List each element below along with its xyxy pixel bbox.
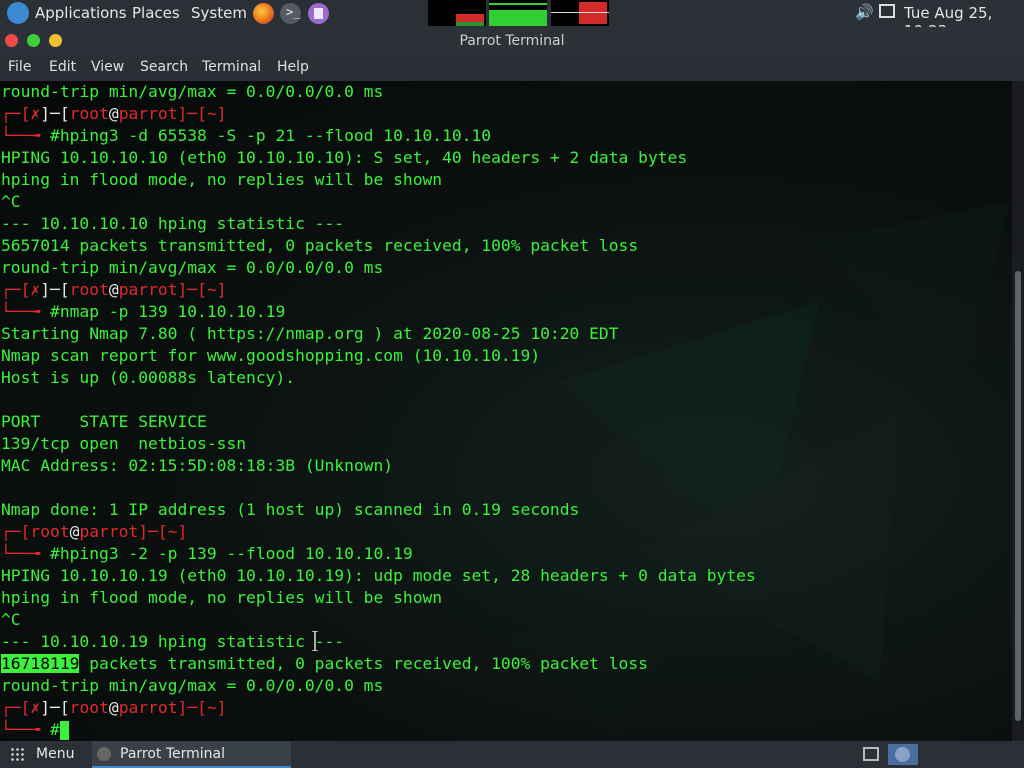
terminal-line: round-trip min/avg/max = 0.0/0.0/0.0 ms [1,676,384,695]
menu-bar: File Edit View Search Terminal Help [0,55,1024,81]
terminal-line: round-trip min/avg/max = 0.0/0.0/0.0 ms [1,82,384,101]
terminal-launcher-icon[interactable]: >_ [280,3,301,24]
terminal-line: Nmap done: 1 IP address (1 host up) scan… [1,500,580,519]
main-menu-button[interactable]: Menu [8,741,88,768]
cpu-monitor-graph [428,0,486,26]
parrot-logo-icon[interactable] [7,2,29,24]
terminal-line: --- 10.10.10.19 hping statistic --- [1,632,345,651]
display-icon[interactable] [879,4,895,18]
system-menu[interactable]: System [191,4,247,22]
terminal-line: HPING 10.10.10.10 (eth0 10.10.10.10): S … [1,148,688,167]
main-menu-label: Menu [36,746,75,762]
terminal-task-icon [97,747,111,761]
volume-icon[interactable]: 🔊 [855,3,874,21]
show-desktop-terminal-icon[interactable] [888,744,918,765]
menu-help[interactable]: Help [277,59,309,75]
bottom-panel: Menu Parrot Terminal [0,741,1024,768]
firefox-icon[interactable] [253,3,274,24]
terminal-line: hping in flood mode, no replies will be … [1,170,443,189]
mouse-ibeam-cursor-icon [312,631,318,651]
command-line[interactable]: └──╼ # [1,719,69,741]
taskbar-parrot-terminal[interactable]: Parrot Terminal [92,741,291,768]
terminal-line: ^C [1,192,21,211]
taskbar-item-label: Parrot Terminal [120,746,226,762]
terminal-line: Nmap scan report for www.goodshopping.co… [1,346,541,365]
workspace-switcher-icon[interactable] [860,744,884,765]
text-cursor [59,721,69,740]
selected-text[interactable]: 16718119 [1,654,80,673]
memory-monitor-graph [489,0,547,26]
menu-edit[interactable]: Edit [49,59,76,75]
command-line: └──╼ #hping3 -2 -p 139 --flood 10.10.10.… [1,544,413,563]
terminal-line: HPING 10.10.10.19 (eth0 10.10.10.19): ud… [1,566,756,585]
scrollbar-thumb[interactable] [1015,271,1021,721]
terminal-line: ^C [1,610,21,629]
terminal-line: 16718119 packets transmitted, 0 packets … [1,654,648,673]
terminal-output[interactable]: round-trip min/avg/max = 0.0/0.0/0.0 ms … [0,81,1012,741]
window-title: Parrot Terminal [459,33,565,49]
prompt-line: ┌─[✗]─[root@parrot]─[~] [1,104,227,123]
command-line: └──╼ #nmap -p 139 10.10.10.19 [1,302,286,321]
top-panel: Applications Places System >_ 🔊 Tue Aug … [0,0,1024,40]
network-monitor-graph [551,0,609,26]
terminal-line: --- 10.10.10.10 hping statistic --- [1,214,345,233]
menu-view[interactable]: View [91,59,124,75]
terminal-line: Host is up (0.00088s latency). [1,368,296,387]
text-editor-icon[interactable] [308,3,329,24]
grid-menu-icon [10,747,25,762]
terminal-line: 5657014 packets transmitted, 0 packets r… [1,236,639,255]
terminal-line: hping in flood mode, no replies will be … [1,588,443,607]
prompt-line: ┌─[root@parrot]─[~] [1,522,188,541]
terminal-line: Starting Nmap 7.80 ( https://nmap.org ) … [1,324,619,343]
prompt-line: ┌─[✗]─[root@parrot]─[~] [1,698,227,717]
command-line: └──╼ #hping3 -d 65538 -S -p 21 --flood 1… [1,126,492,145]
terminal-line: 139/tcp open netbios-ssn [1,434,247,453]
terminal-scrollbar[interactable] [1012,81,1024,741]
terminal-line: round-trip min/avg/max = 0.0/0.0/0.0 ms [1,258,384,277]
prompt-line: ┌─[✗]─[root@parrot]─[~] [1,280,227,299]
applications-menu[interactable]: Applications [35,4,127,22]
menu-search[interactable]: Search [140,59,188,75]
menu-terminal[interactable]: Terminal [202,59,261,75]
terminal-line: MAC Address: 02:15:5D:08:18:3B (Unknown) [1,456,394,475]
terminal-line: PORT STATE SERVICE [1,412,207,431]
places-menu[interactable]: Places [132,4,180,22]
window-title-bar[interactable]: Parrot Terminal [0,27,1024,55]
menu-file[interactable]: File [8,59,31,75]
